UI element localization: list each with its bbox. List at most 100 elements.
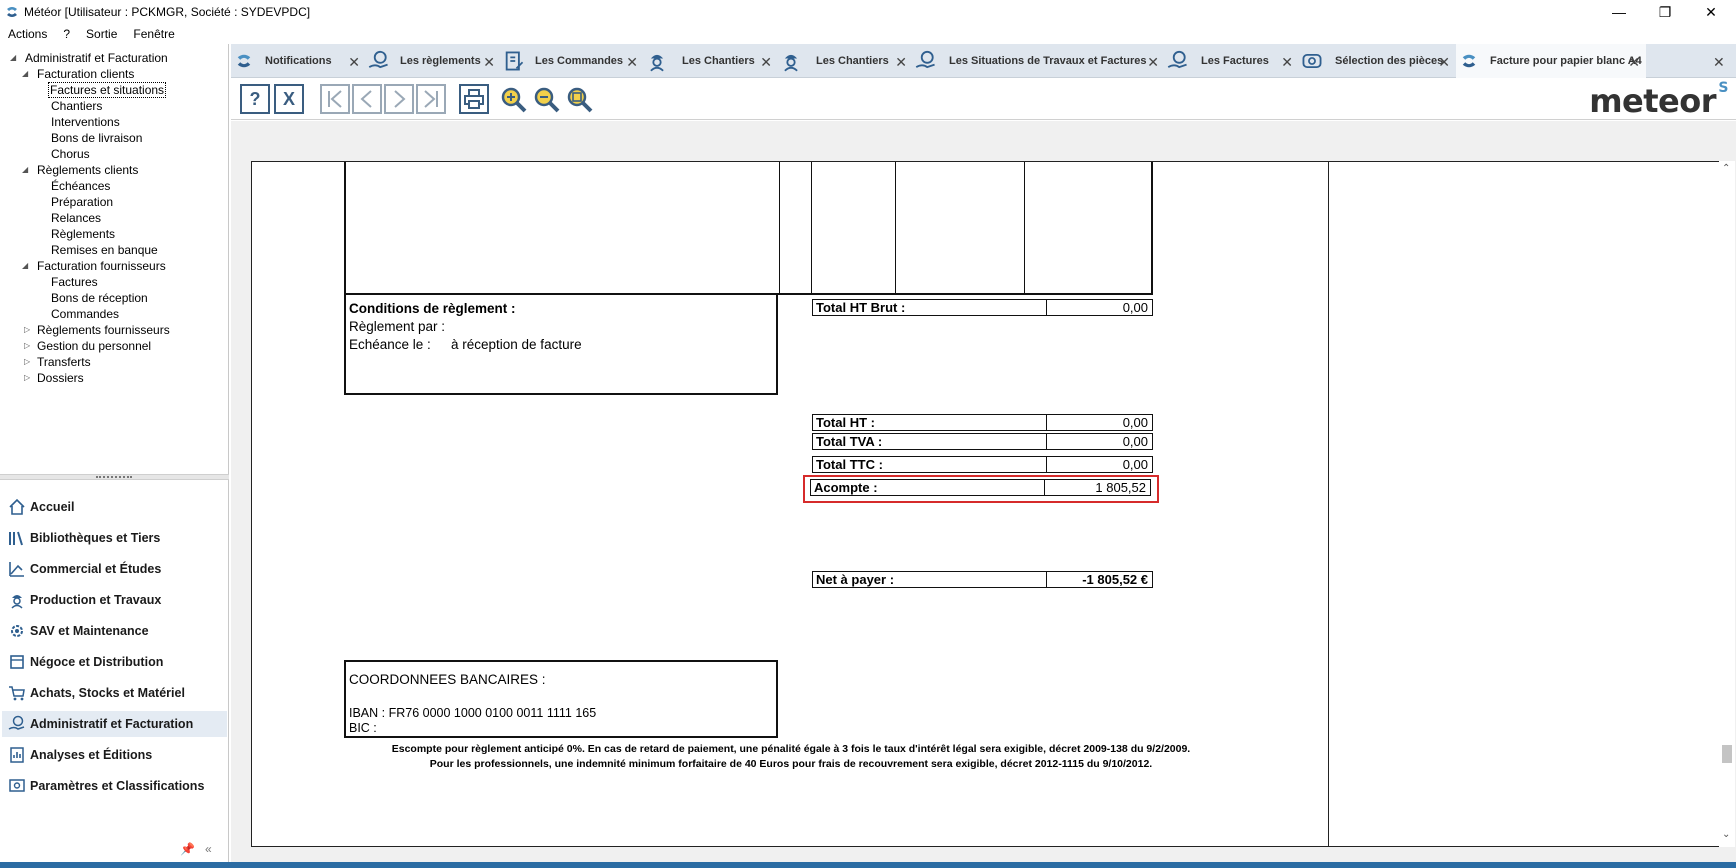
tree-item-bons-reception[interactable]: Bons de réception [51,290,148,306]
tab-close-icon[interactable]: ✕ [1628,54,1640,71]
tab-commandes[interactable]: Les Commandes ✕ [501,44,644,78]
tree-item-reglements-clients[interactable]: ◢ Règlements clients [22,162,138,178]
tree-item-bons-livraison[interactable]: Bons de livraison [51,130,142,146]
report-icon [8,746,26,764]
tab-close-icon[interactable]: ✕ [895,54,907,71]
scrollbar-thumb[interactable] [1722,745,1732,763]
tree-item-reglements-fournisseurs[interactable]: ▷ Règlements fournisseurs [22,322,170,338]
expanded-arrow-icon[interactable]: ◢ [22,258,32,274]
tab-reglements[interactable]: Les règlements ✕ [366,44,501,78]
collapsed-arrow-icon[interactable]: ▷ [24,338,34,354]
tree-item-gestion-personnel[interactable]: ▷ Gestion du personnel [22,338,151,354]
expanded-arrow-icon[interactable]: ◢ [22,162,32,178]
expanded-arrow-icon[interactable]: ◢ [10,50,20,66]
report-viewer: Conditions de règlement : Règlement par … [231,121,1736,862]
nav-commercial[interactable]: Commercial et Études [2,556,227,582]
tree-item-remises-banque[interactable]: Remises en banque [51,242,158,258]
meteor-logo-icon [1456,48,1482,74]
last-page-button[interactable] [416,84,446,114]
help-button[interactable]: ? [240,84,270,114]
tab-close-icon[interactable]: ✕ [626,54,638,71]
tree-item-interventions[interactable]: Interventions [51,114,120,130]
nav-sav[interactable]: SAV et Maintenance [2,618,227,644]
collapsed-arrow-icon[interactable]: ▷ [24,370,34,386]
nav-administratif[interactable]: Administratif et Facturation [2,711,227,737]
pin-icon[interactable]: 📌 [180,842,195,856]
tab-close-icon[interactable]: ✕ [1438,54,1450,71]
tab-chantiers-2[interactable]: Les Chantiers ✕ [778,44,913,78]
tab-selection-pieces[interactable]: Sélection des pièces ✕ [1299,44,1456,78]
minimize-button[interactable]: — [1596,0,1642,24]
scroll-down-icon[interactable]: ⌄ [1722,829,1730,840]
tab-facture-a4[interactable]: Facture pour papier blanc A4 ✕ [1456,44,1646,78]
nav-production[interactable]: Production et Travaux [2,587,227,613]
print-button[interactable] [459,84,489,114]
next-page-button[interactable] [384,84,414,114]
expanded-arrow-icon[interactable]: ◢ [22,66,32,82]
page-side-panel [1329,161,1719,847]
first-page-icon [328,90,342,108]
footer-indemnite: Pour les professionnels, une indemnité m… [429,758,1153,770]
close-report-button[interactable]: X [274,84,304,114]
nav-achats[interactable]: Achats, Stocks et Matériel [2,680,227,706]
worker-icon [8,591,26,609]
zoom-fit-icon[interactable] [566,86,594,114]
acompte-row: Acompte :1 805,52 [810,479,1151,496]
tree-item-factures-situations[interactable]: Factures et situations [47,82,167,98]
tree-item-relances[interactable]: Relances [51,210,101,226]
tree-item-chantiers[interactable]: Chantiers [51,98,102,114]
tree-item-dossiers[interactable]: ▷ Dossiers [22,370,84,386]
tab-notifications[interactable]: Notifications ✕ [231,44,366,78]
tab-chantiers-1[interactable]: Les Chantiers ✕ [644,44,778,78]
nav-bibliotheques[interactable]: Bibliothèques et Tiers [2,525,227,551]
tab-close-icon[interactable]: ✕ [483,54,495,71]
splitter-grip[interactable] [96,476,132,478]
zoom-in-icon[interactable] [500,86,528,114]
nav-parametres[interactable]: Paramètres et Classifications [2,773,227,799]
pane-splitter[interactable] [0,474,229,480]
first-page-button[interactable] [320,84,350,114]
nav-accueil[interactable]: Accueil [2,494,227,520]
menu-help[interactable]: ? [55,27,78,41]
collapsed-arrow-icon[interactable]: ▷ [24,354,34,370]
scroll-up-icon[interactable]: ⌃ [1722,163,1730,174]
money-hand-icon [913,48,939,74]
tab-situations[interactable]: Les Situations de Travaux et Factures ✕ [913,44,1165,78]
tree-item-transferts[interactable]: ▷ Transferts [22,354,91,370]
tree-item-administratif[interactable]: ◢ Administratif et Facturation [10,50,168,66]
tree-item-facturation-clients[interactable]: ◢ Facturation clients [22,66,134,82]
close-all-tabs-icon[interactable]: ✕ [1713,54,1725,71]
tree-item-echeances[interactable]: Échéances [51,178,110,194]
tree-item-preparation[interactable]: Préparation [51,194,113,210]
total-tva-row: Total TVA :0,00 [812,433,1153,450]
tab-close-icon[interactable]: ✕ [1281,54,1293,71]
left-pane: ◢ Administratif et Facturation ◢ Facturati… [0,44,229,862]
last-page-icon [424,90,438,108]
window-title: Météor [Utilisateur : PCKMGR, Société : … [24,5,311,19]
vertical-scrollbar[interactable]: ⌃ ⌄ [1719,161,1735,847]
table-column-divider [811,162,812,295]
previous-page-button[interactable] [352,84,382,114]
menu-sortie[interactable]: Sortie [78,27,125,41]
tab-factures[interactable]: Les Factures ✕ [1165,44,1299,78]
collapse-pane-icon[interactable]: « [205,842,212,856]
nav-negoce[interactable]: Négoce et Distribution [2,649,227,675]
tree-item-chorus[interactable]: Chorus [51,146,90,162]
tree-item-facturation-fournisseurs[interactable]: ◢ Facturation fournisseurs [22,258,166,274]
restore-button[interactable]: ❐ [1642,0,1688,24]
tree-item-factures[interactable]: Factures [51,274,98,290]
money-hand-icon [1165,48,1191,74]
close-window-button[interactable]: ✕ [1688,0,1734,24]
tab-close-icon[interactable]: ✕ [1147,54,1159,71]
menu-fenetre[interactable]: Fenêtre [125,27,182,41]
tree-item-commandes[interactable]: Commandes [51,306,119,322]
tree-item-reglements[interactable]: Règlements [51,226,115,242]
collapsed-arrow-icon[interactable]: ▷ [24,322,34,338]
nav-analyses[interactable]: Analyses et Éditions [2,742,227,768]
box-icon [8,653,26,671]
zoom-out-icon[interactable] [533,86,561,114]
tab-close-icon[interactable]: ✕ [760,54,772,71]
tab-close-icon[interactable]: ✕ [348,54,360,71]
menu-actions[interactable]: Actions [0,27,55,41]
menu-bar: Actions ? Sortie Fenêtre [0,24,183,44]
